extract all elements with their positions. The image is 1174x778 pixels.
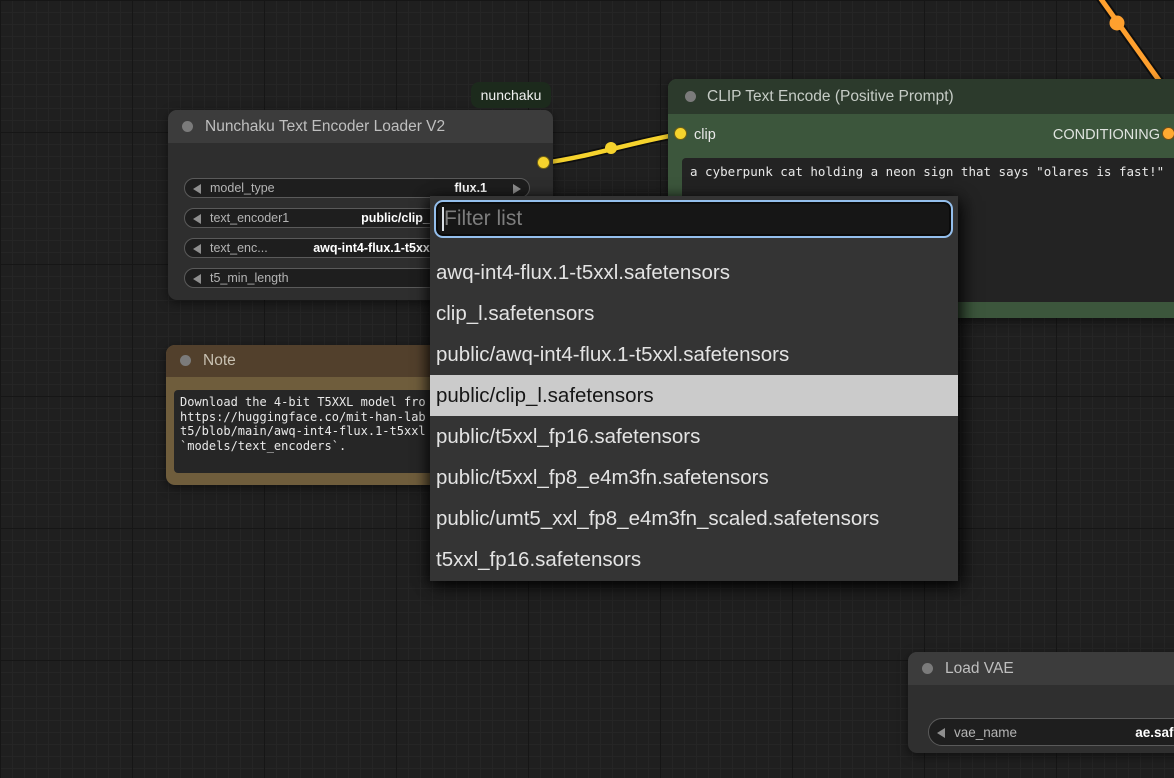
node-title: Note xyxy=(203,345,236,377)
output-slot-label: CONDITIONING xyxy=(1053,127,1160,143)
clip-output-slot[interactable] xyxy=(537,156,550,169)
list-item[interactable]: public/t5xxl_fp8_e4m3fn.safetensors xyxy=(430,457,958,498)
collapse-dot-icon[interactable] xyxy=(922,663,933,674)
conditioning-output-slot[interactable] xyxy=(1162,127,1174,140)
node-note[interactable]: Note Download the 4-bit T5XXL model fro … xyxy=(166,345,446,485)
widget-label: text_encoder1 xyxy=(210,209,289,229)
widget-label: text_enc... xyxy=(210,239,268,259)
list-item[interactable]: public/awq-int4-flux.1-t5xxl.safetensors xyxy=(430,334,958,375)
note-text-widget[interactable]: Download the 4-bit T5XXL model fro https… xyxy=(174,390,438,473)
node-header[interactable]: Load VAE xyxy=(908,652,1174,685)
list-item[interactable]: awq-int4-flux.1-t5xxl.safetensors xyxy=(430,252,958,293)
note-line: Download the 4-bit T5XXL model fro xyxy=(180,395,432,410)
widget-model-type[interactable]: model_type flux.1 xyxy=(184,178,530,198)
collapse-dot-icon[interactable] xyxy=(180,355,191,366)
widget-label: model_type xyxy=(210,179,275,199)
list-item[interactable]: t5xxl_fp16.safetensors xyxy=(430,539,958,580)
node-title: CLIP Text Encode (Positive Prompt) xyxy=(707,79,954,114)
widget-value: ae.safe xyxy=(1135,719,1174,747)
widget-label: t5_min_length xyxy=(210,269,289,289)
node-title: Load VAE xyxy=(945,652,1014,685)
left-arrow-icon[interactable] xyxy=(193,214,201,224)
list-item[interactable]: public/clip_l.safetensors xyxy=(430,375,958,416)
left-arrow-icon[interactable] xyxy=(193,274,201,284)
note-line: t5/blob/main/awq-int4-flux.1-t5xxl xyxy=(180,424,432,439)
node-header[interactable]: Nunchaku Text Encoder Loader V2 xyxy=(168,110,553,143)
input-slot-label: clip xyxy=(694,127,716,143)
list-item[interactable]: public/umt5_xxl_fp8_e4m3fn_scaled.safete… xyxy=(430,498,958,539)
node-header[interactable]: CLIP Text Encode (Positive Prompt) xyxy=(668,79,1174,114)
list-item[interactable]: public/t5xxl_fp16.safetensors xyxy=(430,416,958,457)
filter-input[interactable]: Filter list xyxy=(434,200,953,238)
left-arrow-icon[interactable] xyxy=(937,728,945,738)
node-header[interactable]: Note xyxy=(166,345,446,377)
left-arrow-icon[interactable] xyxy=(193,184,201,194)
note-line: `models/text_encoders`. xyxy=(180,439,432,454)
node-badge-nunchaku: nunchaku xyxy=(471,82,551,108)
list-item[interactable]: clip_l.safetensors xyxy=(430,293,958,334)
node-title: Nunchaku Text Encoder Loader V2 xyxy=(205,110,445,143)
link-midpoint-dot[interactable] xyxy=(1110,16,1125,31)
filter-placeholder: Filter list xyxy=(444,202,522,236)
link-midpoint-dot[interactable] xyxy=(605,142,617,154)
widget-vae-name[interactable]: vae_name ae.safe xyxy=(928,718,1174,746)
right-arrow-icon[interactable] xyxy=(513,184,521,194)
note-line: https://huggingface.co/mit-han-lab xyxy=(180,410,432,425)
collapse-dot-icon[interactable] xyxy=(685,91,696,102)
prompt-text: a cyberpunk cat holding a neon sign that… xyxy=(690,164,1164,179)
filter-list: awq-int4-flux.1-t5xxl.safetensorsclip_l.… xyxy=(430,252,958,580)
collapse-dot-icon[interactable] xyxy=(182,121,193,132)
node-load-vae[interactable]: Load VAE vae_name ae.safe xyxy=(908,652,1174,753)
node-graph-canvas[interactable]: Nunchaku Text Encoder Loader V2 CLIP mod… xyxy=(0,0,1174,778)
left-arrow-icon[interactable] xyxy=(193,244,201,254)
widget-label: vae_name xyxy=(954,719,1017,747)
clip-input-slot[interactable] xyxy=(674,127,687,140)
combo-dropdown: Filter list awq-int4-flux.1-t5xxl.safete… xyxy=(430,196,958,581)
